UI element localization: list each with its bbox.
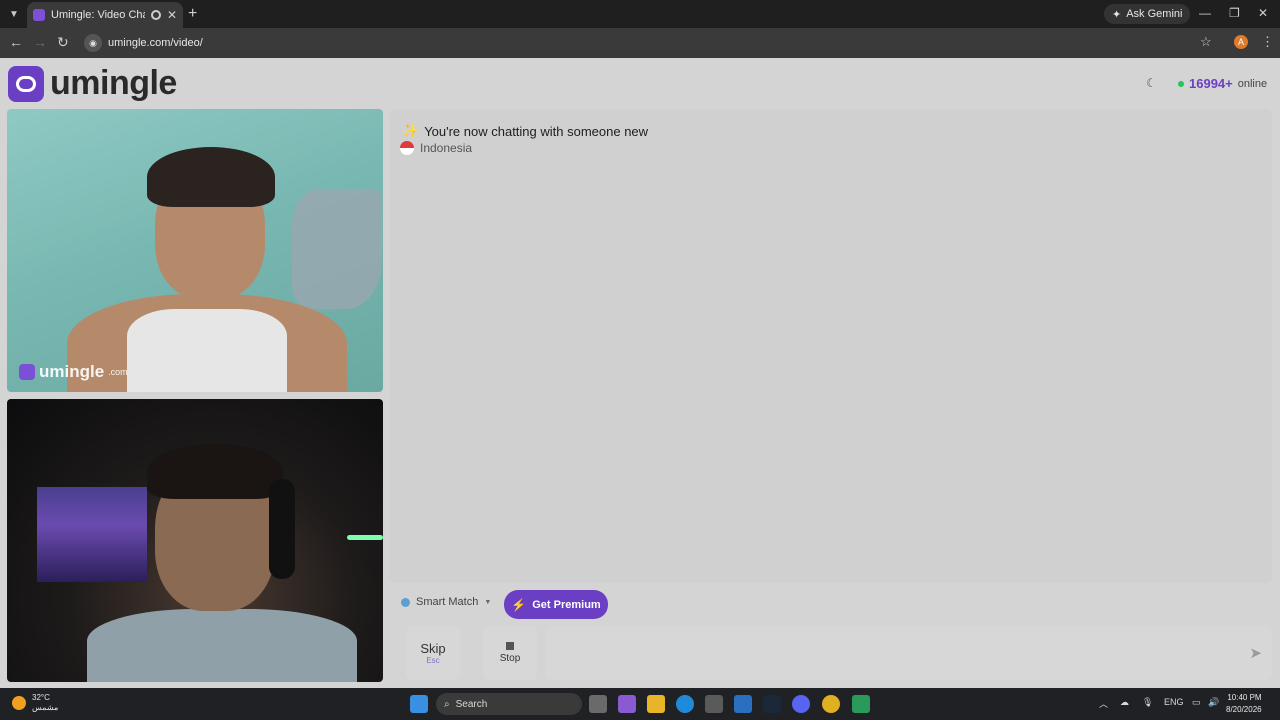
- ask-gemini-button[interactable]: ✦ Ask Gemini: [1104, 4, 1191, 24]
- wifi-icon[interactable]: ▭: [1192, 697, 1201, 708]
- address-bar[interactable]: ◉ umingle.com/video/: [82, 32, 1222, 54]
- remote-video: umingle .com: [7, 109, 383, 392]
- remote-person-hair: [147, 147, 275, 207]
- background-light: [347, 535, 383, 540]
- online-counter: 16994+ online: [1178, 76, 1267, 91]
- indonesia-flag-icon: [400, 141, 414, 155]
- steam-icon[interactable]: [763, 695, 781, 713]
- logo-text: umingle: [50, 64, 177, 102]
- weather-description: مشمس: [32, 703, 59, 712]
- minimize-icon[interactable]: —: [1199, 6, 1211, 20]
- bookmark-star-icon[interactable]: ☆: [1200, 34, 1212, 50]
- tray-chevron-icon[interactable]: ︿: [1099, 697, 1108, 710]
- skip-button[interactable]: Skip Esc: [406, 626, 460, 680]
- tab-title: Umingle: Video Chat with S: [51, 9, 145, 21]
- edge-icon[interactable]: [676, 695, 694, 713]
- video-watermark: umingle .com: [19, 362, 128, 382]
- store-icon[interactable]: [705, 695, 723, 713]
- chat-status-text: You're now chatting with someone new: [424, 123, 649, 139]
- sparkle-icon: ✨: [402, 123, 419, 138]
- country-name: Indonesia: [420, 141, 473, 155]
- system-clock[interactable]: 10:40 PM 8/20/2026: [1226, 692, 1262, 716]
- network-icon[interactable]: ☁: [1120, 697, 1129, 708]
- page: umingle ☾ 16994+ online umingle .com ✨ Y…: [0, 58, 1280, 688]
- volume-icon[interactable]: 🔊: [1208, 697, 1219, 708]
- restore-icon[interactable]: ❐: [1229, 6, 1240, 20]
- online-dot-icon: [1178, 80, 1184, 87]
- search-icon: ⌕: [444, 698, 450, 710]
- get-premium-button[interactable]: ⚡ Get Premium: [504, 590, 608, 619]
- chrome-icon[interactable]: [822, 695, 840, 713]
- tab-favicon-icon: [33, 9, 45, 21]
- clock-time: 10:40 PM: [1227, 693, 1262, 702]
- site-info-icon[interactable]: ◉: [84, 34, 102, 52]
- site-logo[interactable]: umingle: [8, 64, 177, 103]
- stop-label: Stop: [499, 653, 521, 664]
- task-view-icon[interactable]: [589, 695, 607, 713]
- temperature: 32°C: [32, 693, 50, 702]
- app-icon[interactable]: [852, 695, 870, 713]
- online-label: online: [1237, 77, 1268, 90]
- browser-tab[interactable]: Umingle: Video Chat with S ✕: [27, 2, 183, 28]
- caret-down-icon: ▼: [484, 598, 492, 606]
- discord-icon[interactable]: [792, 695, 810, 713]
- chat-system-message: ✨ You're now chatting with someone new: [402, 123, 648, 139]
- browser-menu-icon[interactable]: ⋮: [1261, 34, 1274, 50]
- url-text: umingle.com/video/: [108, 37, 203, 49]
- tab-search-chevron-icon[interactable]: ▼: [0, 0, 28, 28]
- browser-tab-bar: ▼ Umingle: Video Chat with S ✕ + ✦ Ask G…: [0, 0, 1280, 28]
- dark-mode-toggle-icon[interactable]: ☾: [1146, 76, 1157, 90]
- taskbar: 32°C مشمس ⌕ Search ︿ ☁ 🎙 ENG ▭ 🔊 10:40 P…: [0, 688, 1280, 720]
- local-video: [7, 399, 383, 682]
- lightning-icon: ⚡: [511, 597, 527, 612]
- headphone: [269, 479, 295, 579]
- match-mode-label: Smart Match: [416, 596, 479, 608]
- clock-date: 8/20/2026: [1226, 705, 1262, 714]
- remote-person-shirt: [127, 309, 287, 392]
- window-close-icon[interactable]: ✕: [1258, 6, 1268, 20]
- browser-toolbar: ← → ↻ ◉ umingle.com/video/ ☆ A ⋮: [0, 28, 1280, 58]
- tab-close-icon[interactable]: ✕: [167, 8, 177, 22]
- weather-widget[interactable]: 32°C مشمس: [12, 693, 58, 713]
- skip-shortcut: Esc: [426, 656, 440, 665]
- new-tab-icon[interactable]: +: [188, 5, 197, 23]
- mail-icon[interactable]: [734, 695, 752, 713]
- profile-avatar[interactable]: A: [1234, 35, 1248, 49]
- stop-button[interactable]: Stop: [483, 626, 537, 680]
- ask-gemini-label: Ask Gemini: [1126, 8, 1183, 20]
- gemini-sparkle-icon: ✦: [1112, 8, 1122, 21]
- smart-match-dropdown[interactable]: Smart Match ▼: [401, 596, 491, 608]
- microphone-icon[interactable]: 🎙: [1142, 697, 1153, 708]
- language-indicator[interactable]: ENG: [1164, 697, 1184, 707]
- search-placeholder: Search: [455, 698, 488, 710]
- windows-start-icon[interactable]: [410, 695, 428, 713]
- partner-country: Indonesia: [400, 141, 472, 155]
- recording-indicator-icon: [150, 10, 161, 20]
- chat-bubble-logo-icon: [8, 65, 44, 102]
- background-monitor: [37, 487, 147, 582]
- watermark-text: umingle: [39, 362, 105, 381]
- taskbar-search[interactable]: ⌕ Search: [436, 693, 582, 715]
- reload-icon[interactable]: ↻: [57, 34, 69, 51]
- sun-icon: [12, 696, 26, 710]
- back-icon[interactable]: ←: [9, 34, 23, 50]
- send-icon[interactable]: ➤: [1249, 644, 1262, 662]
- watermark-logo-icon: [19, 364, 35, 380]
- copilot-icon[interactable]: [618, 695, 636, 713]
- forward-icon[interactable]: →: [33, 34, 47, 50]
- local-person-body: [87, 609, 357, 682]
- local-person-hair: [147, 444, 283, 499]
- globe-icon: [401, 597, 410, 607]
- skip-label: Skip: [420, 641, 446, 656]
- chat-panel: ✨ You're now chatting with someone new I…: [390, 109, 1272, 583]
- premium-label: Get Premium: [532, 598, 601, 611]
- background-cloth: [292, 189, 382, 309]
- online-count: 16994+: [1189, 76, 1233, 91]
- watermark-suffix: .com: [108, 367, 128, 377]
- message-input[interactable]: ➤: [546, 626, 1272, 680]
- weather-text: 32°C مشمس: [32, 693, 58, 713]
- stop-icon: [506, 642, 514, 650]
- file-explorer-icon[interactable]: [647, 695, 665, 713]
